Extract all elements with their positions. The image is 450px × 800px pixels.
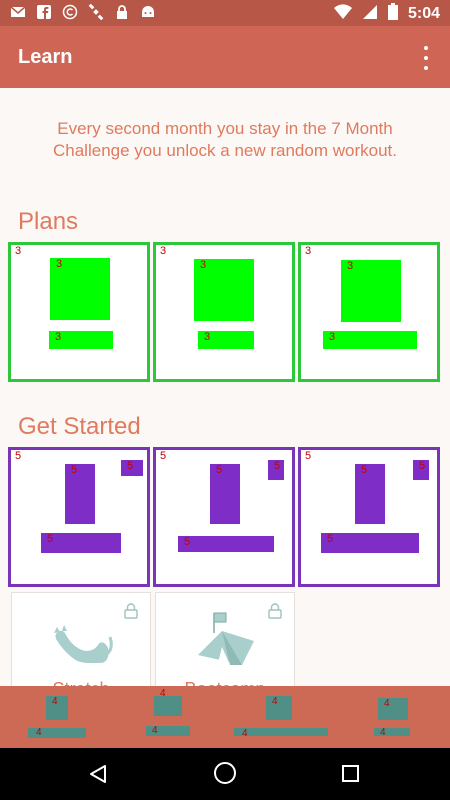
plan-image: 3 (50, 258, 110, 320)
plan-image: 3 (341, 260, 401, 322)
lock-icon (268, 603, 282, 619)
recents-icon[interactable] (342, 765, 359, 782)
back-icon[interactable] (88, 764, 108, 789)
system-status: 5:04 (333, 3, 440, 25)
workout-card-stretch[interactable]: Stretch (11, 592, 151, 699)
wifi-icon (333, 3, 352, 25)
plan-label-bar: 3 (198, 331, 254, 349)
overflow-menu-icon[interactable] (416, 46, 436, 70)
cat-stretch-icon (50, 611, 114, 667)
nav-item-3-icon (266, 696, 292, 720)
nav-item-3-label (234, 728, 328, 736)
nav-badge-top: 4 (272, 696, 278, 707)
get-started-card[interactable]: 5 5 5 5 (8, 447, 150, 587)
plan-badge: 3 (15, 245, 22, 257)
nav-badge-top: 4 (160, 688, 166, 699)
plan-card[interactable]: 3 3 3 (298, 242, 440, 382)
started-badge: 5 (15, 450, 22, 462)
plan-image-badge: 3 (200, 259, 207, 271)
system-navigation-bar (0, 748, 450, 800)
started-bar-badge: 5 (327, 533, 334, 545)
plan-card[interactable]: 3 3 3 (8, 242, 150, 382)
get-started-list: 5 5 5 5 5 5 5 5 5 5 5 5 (8, 447, 442, 587)
app-bar: Learn (0, 26, 450, 88)
started-tag: 5 (268, 460, 284, 480)
nav-item-4[interactable]: 4 4 (374, 686, 414, 748)
nav-badge-bottom: 4 (36, 727, 42, 738)
mail-icon (10, 4, 26, 20)
nav-badge-top: 4 (384, 698, 390, 709)
home-icon[interactable] (214, 762, 236, 784)
intro-text: Every second month you stay in the 7 Mon… (53, 119, 397, 160)
started-tag-badge: 5 (274, 460, 281, 472)
signal-icon (362, 4, 378, 25)
started-image: 5 (355, 464, 385, 524)
started-image-badge: 5 (71, 464, 78, 476)
started-label-bar: 5 (41, 533, 121, 553)
plan-bar-badge: 3 (204, 331, 211, 343)
bottom-navigation: 4 4 4 4 4 4 4 4 (0, 686, 450, 748)
nav-item-1[interactable]: 4 4 (28, 686, 88, 748)
plan-label-bar: 3 (323, 331, 417, 349)
satellite-icon (88, 3, 104, 21)
workout-card-bootcamp[interactable]: Bootcamp (155, 592, 295, 699)
nav-badge-bottom: 4 (152, 725, 158, 736)
started-tag: 5 (413, 460, 429, 480)
facebook-icon (36, 4, 52, 20)
plan-image-badge: 3 (347, 260, 354, 272)
started-image-badge: 5 (216, 464, 223, 476)
started-bar-badge: 5 (184, 536, 191, 548)
copyright-icon (62, 4, 78, 20)
plan-card[interactable]: 3 3 3 (153, 242, 295, 382)
started-bar-badge: 5 (47, 533, 54, 545)
notification-icons (10, 3, 156, 21)
started-badge: 5 (305, 450, 312, 462)
get-started-card[interactable]: 5 5 5 5 (298, 447, 440, 587)
started-label-bar: 5 (178, 536, 274, 552)
plan-label-bar: 3 (49, 331, 113, 349)
nav-badge-bottom: 4 (380, 727, 386, 738)
started-label-bar: 5 (321, 533, 419, 553)
plans-list: 3 3 3 3 3 3 3 3 3 (8, 242, 442, 382)
plan-bar-badge: 3 (329, 331, 336, 343)
battery-icon (387, 3, 398, 25)
tent-icon (194, 611, 258, 667)
nav-badge-top: 4 (52, 696, 58, 707)
started-tag: 5 (121, 460, 143, 476)
lock-icon (124, 603, 138, 619)
plan-image-badge: 3 (56, 258, 63, 270)
get-started-card[interactable]: 5 5 5 5 (153, 447, 295, 587)
nav-item-2[interactable]: 4 4 (146, 686, 194, 748)
plan-badge: 3 (305, 245, 312, 257)
nav-badge-bottom: 4 (242, 728, 248, 739)
plans-heading: Plans (18, 208, 79, 235)
get-started-heading: Get Started (18, 413, 141, 440)
started-image: 5 (210, 464, 240, 524)
page-title: Learn (18, 46, 73, 68)
started-tag-badge: 5 (419, 460, 426, 472)
nav-item-4-icon (378, 698, 408, 720)
clock: 5:04 (407, 5, 440, 22)
status-bar: 5:04 (0, 0, 450, 26)
started-tag-badge: 5 (127, 460, 134, 472)
plan-image: 3 (194, 259, 254, 321)
started-image: 5 (65, 464, 95, 524)
nav-item-3[interactable]: 4 4 (234, 686, 330, 748)
android-icon (140, 4, 156, 20)
nav-item-2-icon (154, 696, 182, 716)
started-badge: 5 (160, 450, 167, 462)
workout-list: Stretch Bootcamp (11, 592, 295, 699)
plan-badge: 3 (160, 245, 167, 257)
lock-status-icon (114, 4, 130, 20)
plan-bar-badge: 3 (55, 331, 62, 343)
started-image-badge: 5 (361, 464, 368, 476)
